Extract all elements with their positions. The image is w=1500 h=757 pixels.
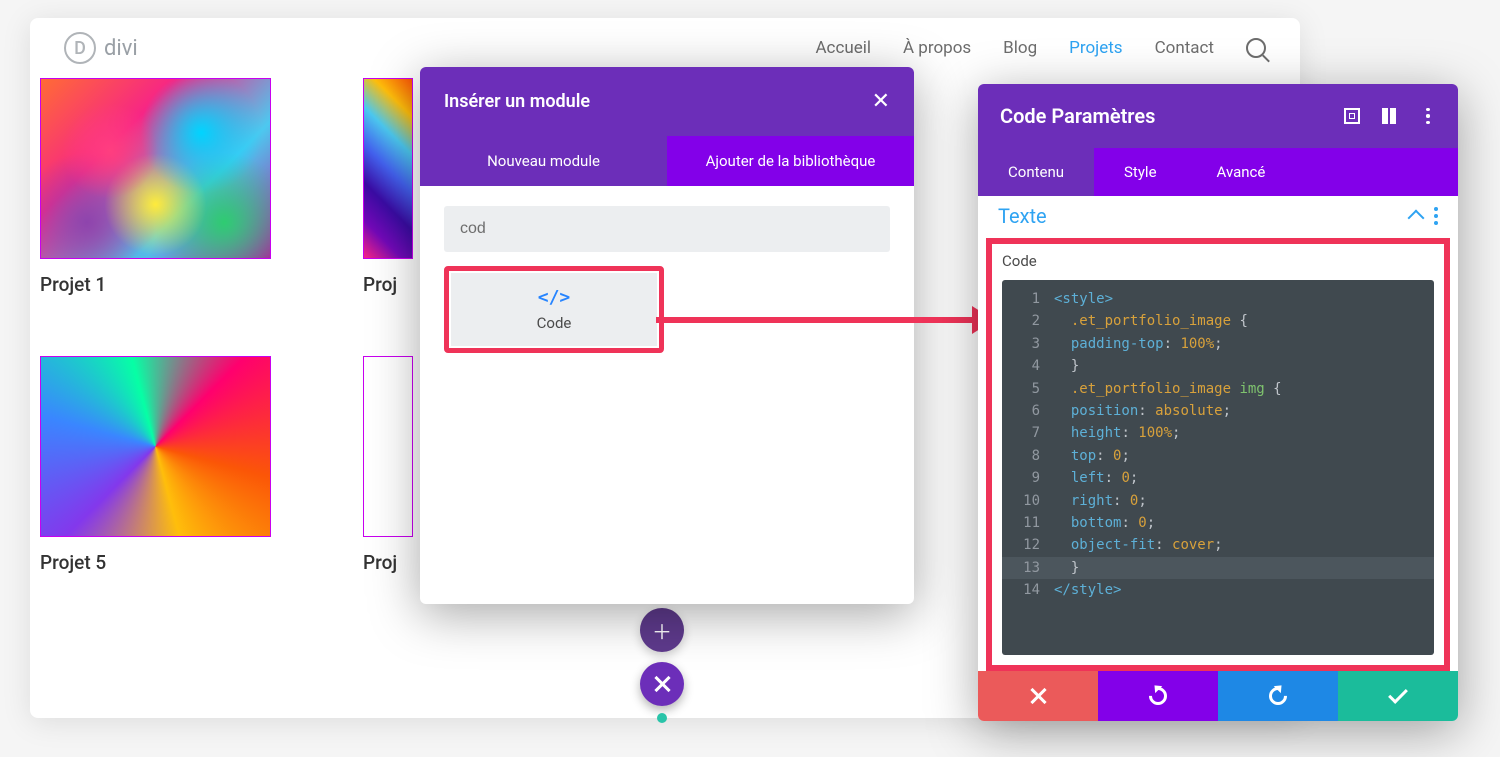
check-icon [1388, 684, 1408, 704]
section-texte-header[interactable]: Texte [978, 196, 1458, 238]
portfolio-title: Projet 5 [40, 551, 273, 574]
undo-button[interactable] [1098, 671, 1218, 721]
redo-button[interactable] [1218, 671, 1338, 721]
tab-advanced[interactable]: Avancé [1187, 148, 1296, 196]
settings-footer [978, 671, 1458, 721]
primary-nav: Accueil À propos Blog Projets Contact [815, 38, 1266, 58]
settings-header-actions [1344, 108, 1436, 124]
search-icon[interactable] [1246, 38, 1266, 58]
close-builder-button[interactable] [640, 662, 684, 706]
cancel-button[interactable] [978, 671, 1098, 721]
nav-projets[interactable]: Projets [1069, 38, 1122, 58]
settings-tabs: Contenu Style Avancé [978, 148, 1458, 196]
code-line: 2 .et_portfolio_image { [1002, 310, 1434, 332]
code-line: 1<style> [1002, 288, 1434, 310]
module-option-code[interactable]: </> Code [451, 273, 657, 346]
code-line: 14</style> [1002, 579, 1434, 601]
section-menu-icon[interactable] [1434, 207, 1438, 225]
save-button[interactable] [1338, 671, 1458, 721]
code-line: 12 object-fit: cover; [1002, 534, 1434, 556]
code-line: 6 position: absolute; [1002, 400, 1434, 422]
settings-header: Code Paramètres [978, 84, 1458, 148]
tab-add-library[interactable]: Ajouter de la bibliothèque [667, 136, 914, 186]
highlighted-result-frame: </> Code [444, 266, 664, 353]
code-line: 9 left: 0; [1002, 467, 1434, 489]
highlighted-code-frame: Code 1<style> 2 .et_portfolio_image { 3 … [986, 238, 1450, 671]
close-icon [654, 676, 670, 692]
responsive-icon[interactable] [1382, 108, 1398, 124]
settings-title: Code Paramètres [1000, 104, 1155, 128]
code-line: 7 height: 100%; [1002, 422, 1434, 444]
modal-close-button[interactable]: ✕ [872, 89, 890, 114]
logo-icon: D [64, 32, 96, 64]
module-search-input[interactable] [444, 206, 890, 252]
undo-icon [1145, 683, 1170, 708]
close-icon [1030, 688, 1046, 704]
redo-icon [1265, 683, 1290, 708]
code-line: 3 padding-top: 100%; [1002, 333, 1434, 355]
modal-header: Insérer un module ✕ [420, 67, 914, 136]
portfolio-item-5[interactable]: Projet 5 [40, 356, 273, 574]
code-settings-panel: Code Paramètres Contenu Style Avancé Tex… [978, 84, 1458, 721]
module-label: Code [465, 314, 643, 332]
code-editor[interactable]: 1<style> 2 .et_portfolio_image { 3 paddi… [1002, 280, 1434, 655]
field-label-code: Code [1002, 252, 1434, 270]
modal-tabs: Nouveau module Ajouter de la bibliothèqu… [420, 136, 914, 186]
section-label: Texte [998, 204, 1047, 228]
nav-apropos[interactable]: À propos [903, 38, 971, 58]
code-line: 4 } [1002, 355, 1434, 377]
tab-style[interactable]: Style [1094, 148, 1187, 196]
tab-content[interactable]: Contenu [978, 148, 1094, 196]
chevron-up-icon[interactable] [1408, 210, 1425, 227]
nav-accueil[interactable]: Accueil [815, 38, 871, 58]
brand-name: divi [104, 36, 138, 61]
portfolio-title: Projet 1 [40, 273, 273, 296]
code-line: 13 } [1002, 557, 1434, 579]
portfolio-thumbnail [40, 356, 271, 537]
annotation-arrow [656, 317, 976, 323]
builder-handle-icon[interactable] [657, 713, 667, 723]
section-controls [1410, 207, 1438, 225]
expand-icon[interactable] [1344, 108, 1360, 124]
add-section-button[interactable]: ＋ [640, 608, 684, 652]
site-logo[interactable]: D divi [64, 32, 138, 64]
nav-blog[interactable]: Blog [1003, 38, 1037, 58]
modal-body: </> Code [420, 186, 914, 373]
code-line: 11 bottom: 0; [1002, 512, 1434, 534]
more-options-icon[interactable] [1420, 108, 1436, 124]
insert-module-modal: Insérer un module ✕ Nouveau module Ajout… [420, 67, 914, 604]
portfolio-thumbnail [40, 78, 271, 259]
code-line: 10 right: 0; [1002, 490, 1434, 512]
code-icon: </> [465, 287, 643, 308]
modal-title: Insérer un module [444, 91, 590, 112]
code-line: 8 top: 0; [1002, 445, 1434, 467]
portfolio-thumbnail [363, 356, 413, 537]
portfolio-item-1[interactable]: Projet 1 [40, 78, 273, 296]
nav-contact[interactable]: Contact [1155, 38, 1214, 58]
tab-new-module[interactable]: Nouveau module [420, 136, 667, 186]
code-line: 5 .et_portfolio_image img { [1002, 378, 1434, 400]
portfolio-thumbnail [363, 78, 413, 259]
